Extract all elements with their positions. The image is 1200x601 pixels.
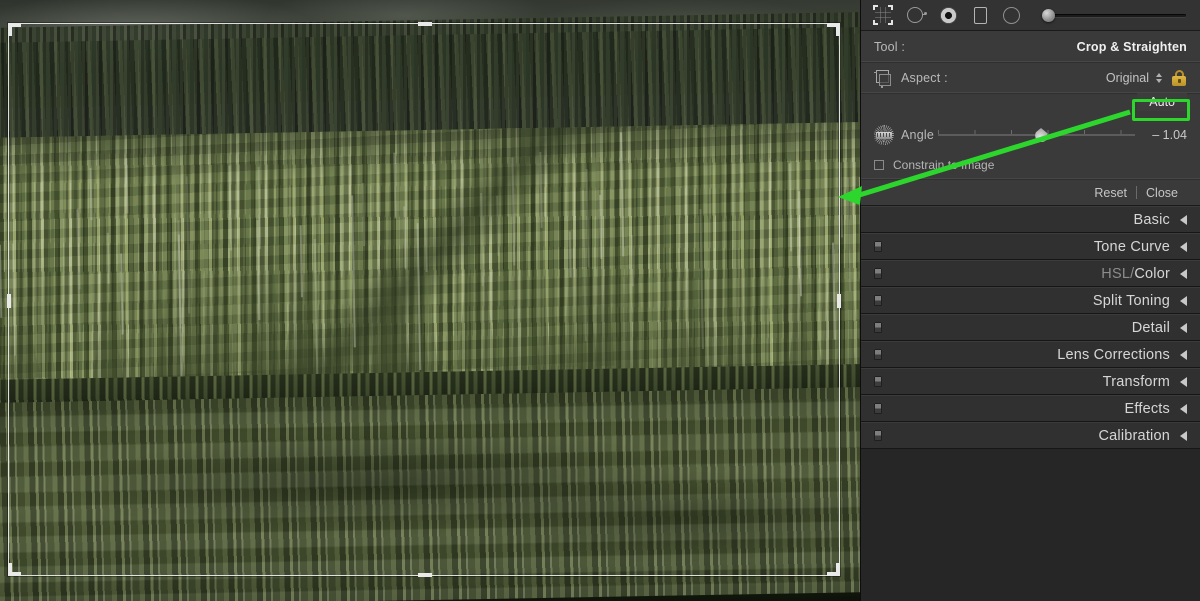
graduated-rect <box>974 6 987 24</box>
panel-disclosure-triangle-icon[interactable] <box>1180 430 1187 441</box>
constrain-to-image-row[interactable]: Constrain to Image <box>861 151 1200 179</box>
toolstrip-slider[interactable] <box>1042 8 1186 22</box>
aspect-lock-icon[interactable] <box>1171 69 1187 87</box>
image-canvas-area[interactable] <box>0 0 860 601</box>
panel-header-label: Transform <box>1102 373 1170 390</box>
panel-enable-toggle[interactable] <box>874 376 882 387</box>
panel-header-label: Split Toning <box>1092 292 1170 309</box>
develop-panel-list: Basic Tone Curve HSL/Color Split Toning Deta… <box>861 206 1200 449</box>
tool-label: Tool : <box>874 39 906 54</box>
aspect-value[interactable]: Original <box>1106 71 1149 85</box>
panel-header-calibration[interactable]: Calibration <box>861 422 1200 449</box>
aspect-frame-inner <box>879 73 891 86</box>
right-panel: Tool : Crop & Straighten Aspect : Origin… <box>860 0 1200 601</box>
panel-header-label: HSL/Color <box>1101 265 1170 282</box>
panel-header-tone-curve[interactable]: Tone Curve <box>861 233 1200 260</box>
panel-header-basic[interactable]: Basic <box>861 206 1200 233</box>
close-button[interactable]: Close <box>1137 186 1187 200</box>
panel-header-label: Detail <box>1131 319 1170 336</box>
chevron-down-icon <box>1156 79 1162 83</box>
chevron-up-icon <box>1156 73 1162 77</box>
spot-circle <box>907 6 923 23</box>
crop-handle-right-middle[interactable] <box>837 294 841 308</box>
aspect-crop-frame-icon <box>874 69 893 88</box>
panel-enable-toggle[interactable] <box>874 430 882 441</box>
panel-enable-toggle[interactable] <box>874 322 882 333</box>
panel-disclosure-triangle-icon[interactable] <box>1180 403 1187 414</box>
crop-handle-bottom-right-v[interactable] <box>836 563 840 576</box>
crop-handle-top-right-v[interactable] <box>836 23 840 36</box>
auto-straighten-button[interactable]: Auto <box>1137 93 1187 111</box>
panel-disclosure-triangle-icon[interactable] <box>1180 322 1187 333</box>
panel-disclosure-triangle-icon[interactable] <box>1180 241 1187 252</box>
spot-dot <box>924 12 927 15</box>
radial-ellipse <box>1003 6 1020 24</box>
spot-removal-tool-icon[interactable] <box>907 6 927 25</box>
red-eye-correction-tool-icon[interactable] <box>940 6 959 25</box>
toolstrip-slider-knob[interactable] <box>1042 9 1055 22</box>
panel-header-detail[interactable]: Detail <box>861 314 1200 341</box>
constrain-to-image-checkbox[interactable] <box>874 160 884 170</box>
crop-bracket-tl <box>873 5 878 10</box>
lock-keyhole <box>1177 78 1181 83</box>
crop-overlay-tool-icon[interactable] <box>873 5 893 25</box>
crop-bracket-bl <box>873 20 878 25</box>
angle-value[interactable]: – 1.04 <box>1145 128 1187 142</box>
aspect-tick-left <box>874 71 877 73</box>
panel-empty-area <box>861 449 1200 601</box>
crop-overlay-rectangle[interactable] <box>7 22 841 577</box>
crop-straighten-card: Tool : Crop & Straighten Aspect : Origin… <box>861 31 1200 206</box>
lightroom-develop-window: Tool : Crop & Straighten Aspect : Origin… <box>0 0 1200 601</box>
panel-header-transform[interactable]: Transform <box>861 368 1200 395</box>
toolstrip-slider-track <box>1048 14 1186 17</box>
panel-header-label-prefix: HSL/ <box>1101 265 1135 282</box>
aspect-tick-bottom <box>881 85 883 88</box>
panel-enable-toggle[interactable] <box>874 349 882 360</box>
reset-close-row: Reset Close <box>861 179 1200 205</box>
angle-level-icon <box>874 125 894 145</box>
radial-filter-tool-icon[interactable] <box>1003 6 1022 25</box>
tool-value: Crop & Straighten <box>1076 39 1187 54</box>
panel-header-label: Basic <box>1133 211 1170 228</box>
aspect-stepper-chevrons[interactable] <box>1156 73 1162 83</box>
crop-handle-bottom-left-v[interactable] <box>8 563 12 576</box>
panel-header-label: Tone Curve <box>1093 238 1170 255</box>
angle-slider[interactable] <box>937 127 1135 143</box>
panel-disclosure-triangle-icon[interactable] <box>1180 376 1187 387</box>
panel-disclosure-triangle-icon[interactable] <box>1180 295 1187 306</box>
panel-disclosure-triangle-icon[interactable] <box>1180 349 1187 360</box>
crop-handle-bottom-center[interactable] <box>418 573 432 577</box>
crop-bracket-tr <box>888 5 893 10</box>
panel-header-color[interactable]: HSL/Color <box>861 260 1200 287</box>
panel-enable-toggle[interactable] <box>874 295 882 306</box>
tool-row: Tool : Crop & Straighten <box>861 31 1200 62</box>
aspect-label: Aspect : <box>901 71 948 85</box>
panel-disclosure-triangle-icon[interactable] <box>1180 268 1187 279</box>
auto-row: Auto <box>861 93 1200 119</box>
red-eye-pupil <box>940 6 957 24</box>
panel-disclosure-triangle-icon[interactable] <box>1180 214 1187 225</box>
panel-header-effects[interactable]: Effects <box>861 395 1200 422</box>
angle-label: Angle <box>901 128 934 142</box>
panel-enable-toggle[interactable] <box>874 403 882 414</box>
angle-row: Angle – 1.04 <box>861 119 1200 151</box>
panel-header-split-toning[interactable]: Split Toning <box>861 287 1200 314</box>
panel-header-label: Lens Corrections <box>1057 346 1170 363</box>
panel-enable-toggle[interactable] <box>874 268 882 279</box>
aspect-row: Aspect : Original <box>861 62 1200 93</box>
graduated-filter-tool-icon[interactable] <box>973 6 989 25</box>
angle-level-ticks <box>877 133 891 137</box>
crop-handle-top-left-v[interactable] <box>8 23 12 36</box>
crop-bracket-br <box>888 20 893 25</box>
panel-header-lens-corrections[interactable]: Lens Corrections <box>861 341 1200 368</box>
panel-enable-toggle[interactable] <box>874 241 882 252</box>
constrain-to-image-label: Constrain to Image <box>893 158 995 172</box>
reset-button[interactable]: Reset <box>1085 186 1136 200</box>
crop-handle-left-middle[interactable] <box>7 294 11 308</box>
crop-handle-top-center[interactable] <box>418 22 432 26</box>
panel-header-label: Calibration <box>1098 427 1170 444</box>
panel-header-label: Effects <box>1124 400 1170 417</box>
develop-toolstrip <box>861 0 1200 31</box>
